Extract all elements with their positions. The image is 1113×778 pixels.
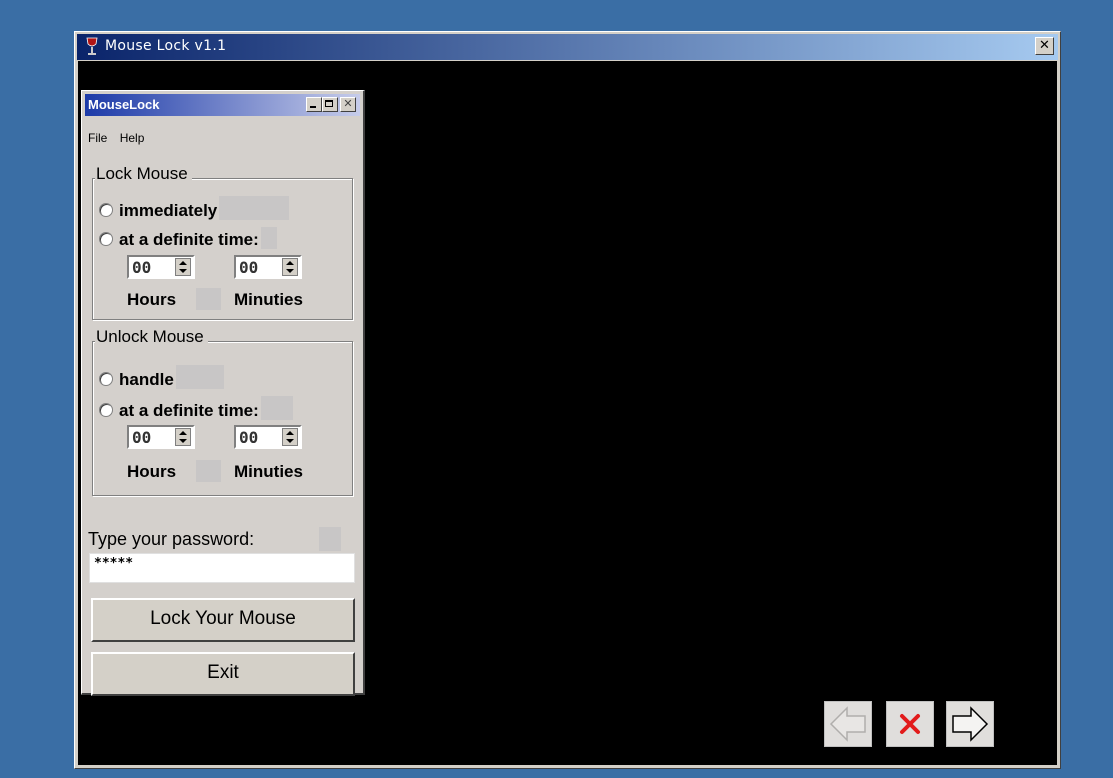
unlock-hours-spinner[interactable]: 00	[127, 425, 195, 449]
spinner-arrows-icon[interactable]	[175, 428, 191, 446]
radio-button[interactable]	[99, 232, 113, 246]
red-x-icon	[900, 714, 920, 734]
lock-minutes-value: 00	[239, 258, 259, 277]
unlock-minutes-value: 00	[239, 428, 259, 447]
next-button[interactable]	[946, 701, 994, 747]
radio-button[interactable]	[99, 372, 113, 386]
unlock-hours-value: 00	[132, 428, 152, 447]
spinner-arrows-icon[interactable]	[175, 258, 191, 276]
blank-gap	[196, 288, 221, 310]
lock-immediately-label: immediately	[119, 201, 218, 220]
maximize-button[interactable]	[322, 97, 338, 112]
outer-window: Mouse Lock v1.1 ✕ MouseLock ✕ File Help …	[74, 31, 1061, 769]
unlock-hours-label: Hours	[127, 462, 177, 481]
lock-hours-label: Hours	[127, 290, 177, 309]
outer-window-title: Mouse Lock v1.1	[105, 38, 227, 54]
blank-gap	[319, 527, 341, 551]
blank-gap	[175, 365, 224, 389]
unlock-mouse-legend: Unlock Mouse	[95, 327, 208, 347]
radio-button[interactable]	[99, 203, 113, 217]
unlock-handle-label: handle	[119, 370, 174, 389]
unlock-minutes-label: Minuties	[234, 462, 303, 481]
outer-title-bar[interactable]: Mouse Lock v1.1 ✕	[77, 34, 1058, 60]
unlock-definite-time-option[interactable]: at a definite time:	[99, 396, 293, 421]
password-label: Type your password:	[88, 529, 255, 549]
blank-gap	[260, 396, 293, 420]
lock-hours-value: 00	[132, 258, 152, 277]
lock-immediately-option[interactable]: immediately	[99, 196, 290, 221]
previous-button[interactable]	[824, 701, 872, 747]
close-button[interactable]: ✕	[340, 97, 356, 112]
mouselock-title-bar[interactable]: MouseLock ✕	[85, 94, 360, 116]
cancel-button[interactable]	[886, 701, 934, 747]
minimize-button[interactable]	[306, 97, 322, 112]
unlock-mouse-group: Unlock Mouse handle at a definite time: …	[92, 327, 353, 496]
lock-minutes-spinner[interactable]: 00	[234, 255, 302, 279]
mouselock-title: MouseLock	[88, 97, 160, 112]
blank-gap	[219, 196, 290, 220]
right-arrow-icon	[952, 706, 989, 742]
spinner-arrows-icon[interactable]	[282, 258, 298, 276]
spinner-arrows-icon[interactable]	[282, 428, 298, 446]
lock-mouse-legend: Lock Mouse	[95, 164, 192, 184]
exit-button[interactable]: Exit	[91, 652, 355, 696]
menu-bar: File Help	[88, 131, 153, 145]
menu-help[interactable]: Help	[120, 131, 145, 145]
menu-file[interactable]: File	[88, 131, 107, 145]
unlock-minutes-spinner[interactable]: 00	[234, 425, 302, 449]
blank-gap	[260, 227, 277, 249]
mouselock-window: MouseLock ✕ File Help Lock Mouse immedia…	[81, 90, 365, 696]
lock-minutes-label: Minuties	[234, 290, 303, 309]
password-input[interactable]: *****	[89, 553, 355, 583]
unlock-definite-time-label: at a definite time:	[119, 401, 259, 420]
unlock-handle-option[interactable]: handle	[99, 365, 224, 390]
wine-glass-icon	[86, 37, 98, 55]
radio-button[interactable]	[99, 403, 113, 417]
screenshot-area: MouseLock ✕ File Help Lock Mouse immedia…	[78, 61, 1057, 765]
lock-definite-time-label: at a definite time:	[119, 230, 259, 249]
lock-your-mouse-button[interactable]: Lock Your Mouse	[91, 598, 355, 642]
outer-close-button[interactable]: ✕	[1035, 37, 1054, 55]
blank-gap	[196, 460, 221, 482]
lock-mouse-group: Lock Mouse immediately at a definite tim…	[92, 164, 353, 320]
left-arrow-icon	[829, 706, 866, 742]
lock-hours-spinner[interactable]: 00	[127, 255, 195, 279]
lock-definite-time-option[interactable]: at a definite time:	[99, 227, 277, 250]
